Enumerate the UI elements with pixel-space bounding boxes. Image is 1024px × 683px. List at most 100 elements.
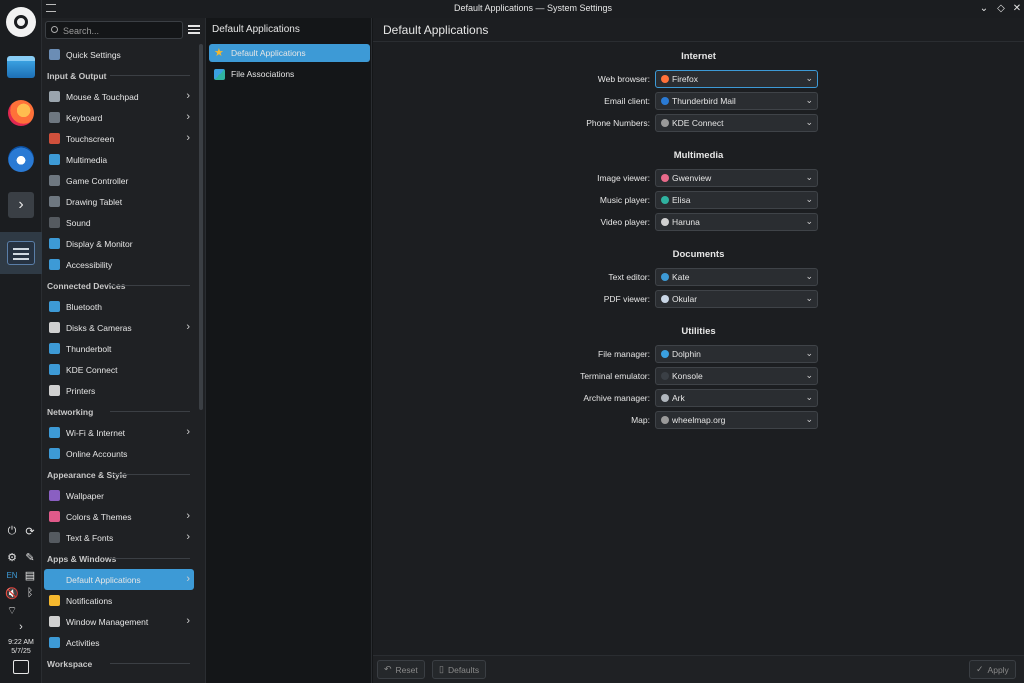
check-icon: ✓ — [976, 664, 984, 674]
task-thunderbird[interactable] — [0, 138, 42, 180]
hamburger-menu-icon[interactable] — [188, 23, 200, 35]
chevron-right-icon: › — [186, 531, 190, 543]
app-select-email-client[interactable]: Thunderbird Mail ⌄ — [655, 92, 818, 110]
category-list: Quick Settings Input & Output Mouse & Touc… — [42, 44, 194, 674]
minimize-icon[interactable]: ⌄ — [977, 2, 991, 16]
chevron-down-icon: ⌄ — [805, 95, 813, 105]
file-associations-icon — [214, 68, 225, 80]
sidebar-item-label: Text & Fonts — [66, 532, 114, 543]
window-title: Default Applications — System Settings — [453, 3, 613, 13]
power-icon[interactable]: ⏻ — [5, 524, 19, 538]
section-header-label: Workspace — [47, 658, 93, 669]
expand-tray-icon[interactable]: › — [14, 620, 28, 634]
sidebar-item-bluetooth[interactable]: Bluetooth — [44, 296, 194, 317]
sidebar-item-activities[interactable]: Activities — [44, 632, 194, 653]
system-settings-icon — [7, 241, 35, 265]
category-icon — [49, 154, 60, 165]
task-firefox[interactable] — [0, 92, 42, 134]
field-label: Email client: — [604, 96, 650, 106]
sidebar-item-display-monitor[interactable]: Display & Monitor — [44, 233, 194, 254]
sidebar-item-touchscreen[interactable]: Touchscreen › — [44, 128, 194, 149]
app-select-terminal-emulator[interactable]: Konsole ⌄ — [655, 367, 818, 385]
app-select-web-browser[interactable]: Firefox ⌄ — [655, 70, 818, 88]
app-icon — [661, 196, 669, 204]
app-icon — [661, 416, 669, 424]
task-konsole[interactable]: › — [0, 184, 42, 226]
reset-button[interactable]: ↶ Reset — [377, 660, 425, 679]
sidebar-item-game-controller[interactable]: Game Controller — [44, 170, 194, 191]
sidebar-item-drawing-tablet[interactable]: Drawing Tablet — [44, 191, 194, 212]
sidebar-item-thunderbolt[interactable]: Thunderbolt — [44, 338, 194, 359]
dolphin-icon — [7, 56, 35, 78]
sidebar-item-notifications[interactable]: Notifications — [44, 590, 194, 611]
app-select-file-manager[interactable]: Dolphin ⌄ — [655, 345, 818, 363]
app-select-music-player[interactable]: Elisa ⌄ — [655, 191, 818, 209]
category-icon — [49, 490, 60, 501]
clock-time[interactable]: 9:22 AM — [0, 638, 42, 647]
field-label: Video player: — [600, 217, 650, 227]
clock-date[interactable]: 5/7/25 — [0, 647, 42, 656]
bluetooth-icon[interactable]: ᛒ — [23, 586, 37, 600]
sidebar-item-quick-settings[interactable]: Quick Settings — [44, 44, 194, 65]
main-content: Default Applications Internet Web browser… — [373, 18, 1024, 683]
sidebar-item-wallpaper[interactable]: Wallpaper — [44, 485, 194, 506]
task-system-settings[interactable] — [0, 232, 42, 274]
sidebar-item-online-accounts[interactable]: Online Accounts — [44, 443, 194, 464]
task-dolphin[interactable] — [0, 46, 42, 88]
sidebar-item-wi-fi-internet[interactable]: Wi-Fi & Internet › — [44, 422, 194, 443]
sidebar-item-multimedia[interactable]: Multimedia — [44, 149, 194, 170]
app-select-archive-manager[interactable]: Ark ⌄ — [655, 389, 818, 407]
close-icon[interactable]: ✕ — [1010, 2, 1024, 16]
sidebar-item-colors-themes[interactable]: Colors & Themes › — [44, 506, 194, 527]
settings-sidebar: Search... Quick Settings Input & Output Mo… — [42, 18, 206, 683]
sidebar-item-default-applications[interactable]: Default Applications › — [44, 569, 194, 590]
section-title: Documents — [672, 249, 725, 260]
refresh-icon[interactable]: ⟳ — [23, 524, 37, 538]
field-label: Text editor: — [608, 272, 650, 282]
sidebar-item-window-management[interactable]: Window Management › — [44, 611, 194, 632]
volume-muted-icon[interactable]: 🔇 — [5, 586, 19, 600]
category-icon — [49, 364, 60, 375]
chevron-down-icon: ⌄ — [805, 271, 813, 281]
app-select-map[interactable]: wheelmap.org ⌄ — [655, 411, 818, 429]
sidebar-item-mouse-touchpad[interactable]: Mouse & Touchpad › — [44, 86, 194, 107]
sidebar-item-label: Mouse & Touchpad — [66, 91, 139, 102]
clipboard-icon[interactable]: ▤ — [23, 568, 37, 582]
app-icon — [661, 119, 669, 127]
field-label: PDF viewer: — [603, 294, 650, 304]
category-icon — [49, 616, 60, 627]
sidebar-item-label: Multimedia — [66, 154, 108, 165]
wifi-icon[interactable]: ⌔ — [5, 604, 19, 618]
sidebar-item-kde-connect[interactable]: KDE Connect — [44, 359, 194, 380]
star-icon: ★ — [214, 46, 224, 59]
app-select-image-viewer[interactable]: Gwenview ⌄ — [655, 169, 818, 187]
maximize-icon[interactable]: ◇ — [994, 2, 1008, 16]
app-select-phone-numbers[interactable]: KDE Connect ⌄ — [655, 114, 818, 132]
show-desktop-icon[interactable] — [13, 660, 29, 674]
keyboard-layout[interactable]: EN — [5, 568, 19, 582]
search-input[interactable]: Search... — [45, 21, 183, 39]
application-launcher-icon[interactable] — [6, 7, 36, 37]
apply-button[interactable]: ✓ Apply — [969, 660, 1016, 679]
defaults-button[interactable]: ▯ Defaults — [432, 660, 487, 679]
field-label: Music player: — [599, 195, 650, 205]
section-header-label: Apps & Windows — [47, 553, 117, 564]
sidebar-item-disks-cameras[interactable]: Disks & Cameras › — [44, 317, 194, 338]
sidebar-scrollbar[interactable] — [199, 44, 203, 410]
sidebar-item-label: Activities — [66, 637, 100, 648]
app-select-video-player[interactable]: Haruna ⌄ — [655, 213, 818, 231]
sidebar-item-sound[interactable]: Sound — [44, 212, 194, 233]
sidebar-item-accessibility[interactable]: Accessibility — [44, 254, 194, 275]
sidebar-item-keyboard[interactable]: Keyboard › — [44, 107, 194, 128]
selected-app: Okular — [672, 294, 698, 304]
subitem-default-applications[interactable]: ★ Default Applications — [209, 44, 370, 62]
tools-icon[interactable]: ✎ — [23, 550, 37, 564]
sidebar-item-printers[interactable]: Printers — [44, 380, 194, 401]
app-select-text-editor[interactable]: Kate ⌄ — [655, 268, 818, 286]
chevron-down-icon: ⌄ — [805, 216, 813, 226]
sidebar-item-text-fonts[interactable]: Text & Fonts › — [44, 527, 194, 548]
network-tray-icon[interactable]: ⚙ — [5, 550, 19, 564]
chevron-right-icon: › — [186, 426, 190, 438]
subitem-file-associations[interactable]: File Associations — [209, 65, 370, 83]
app-select-pdf-viewer[interactable]: Okular ⌄ — [655, 290, 818, 308]
